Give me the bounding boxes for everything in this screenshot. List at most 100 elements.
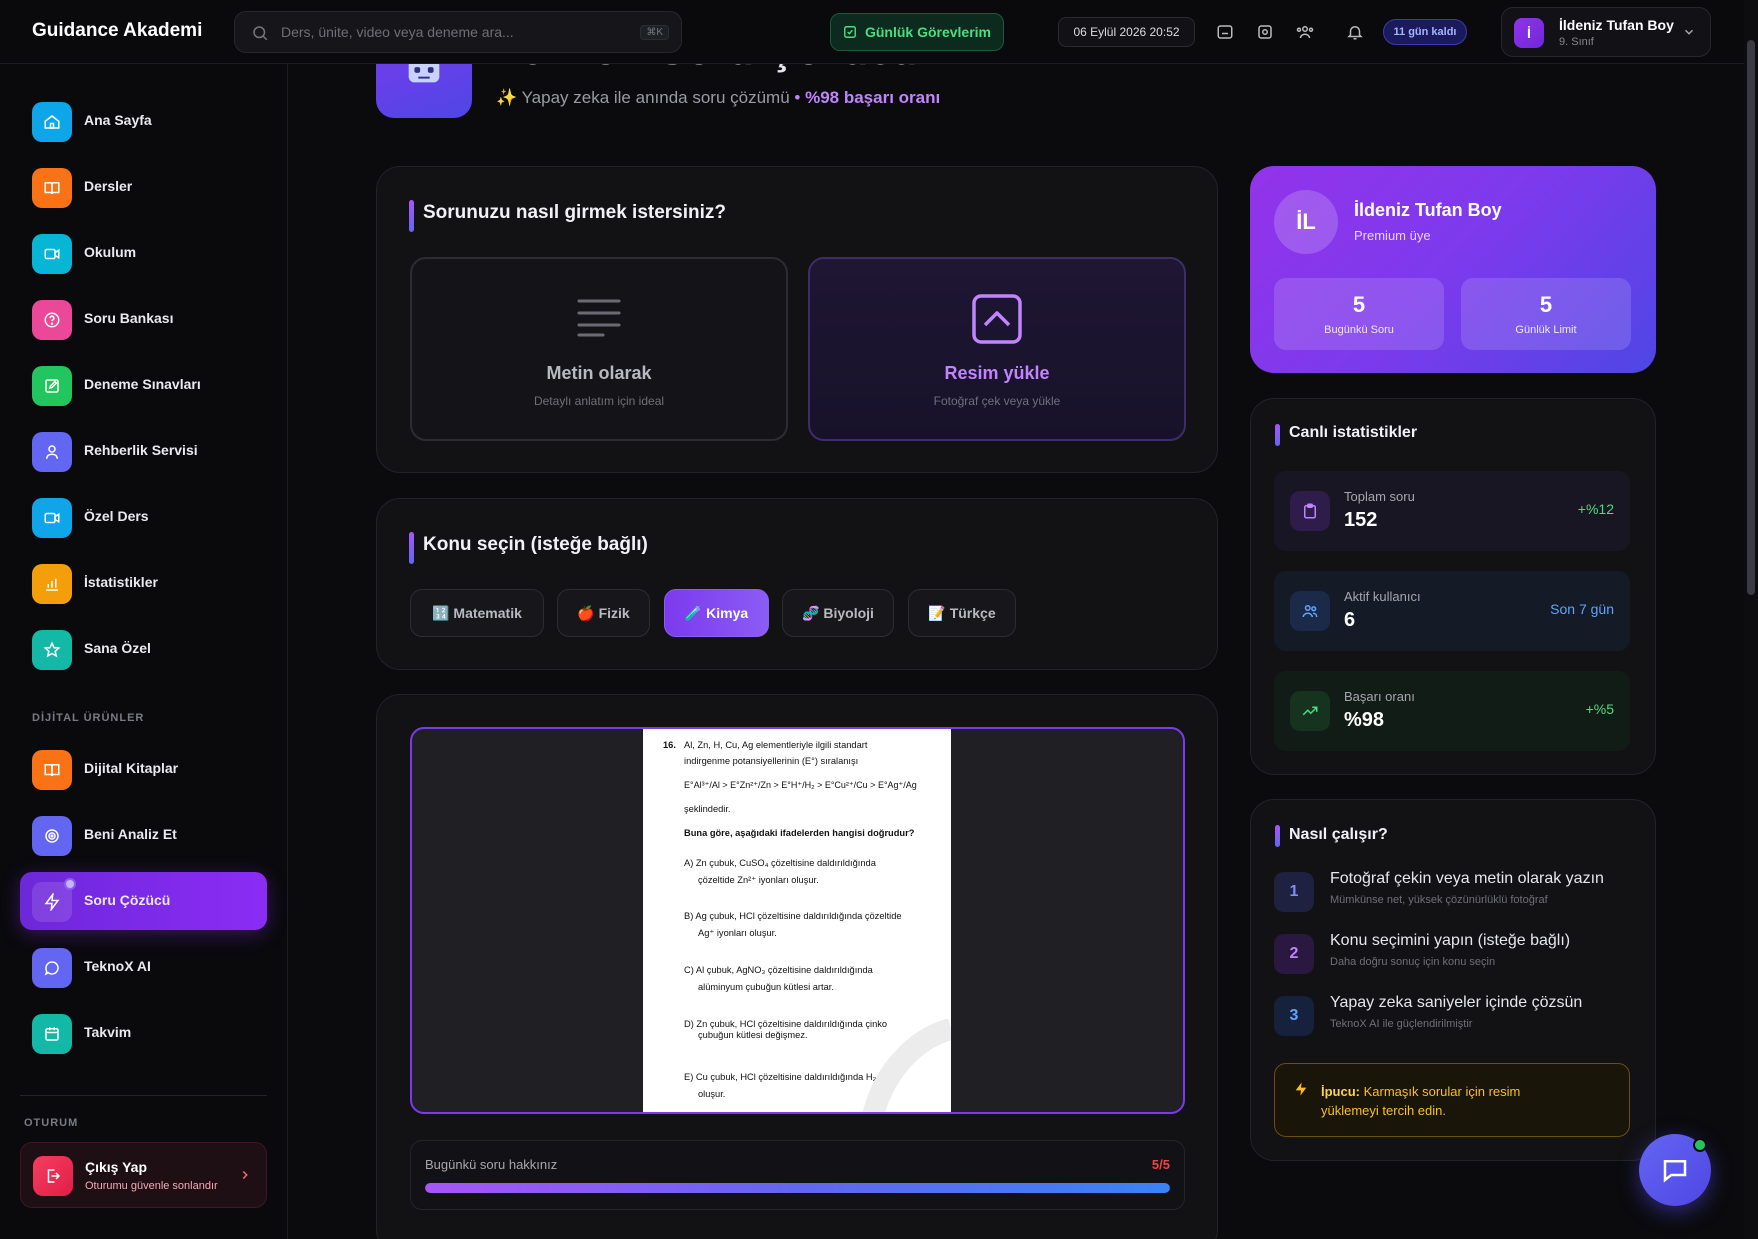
target-icon: [32, 816, 72, 856]
stat-active-users: Aktif kullanıcı 6 Son 7 gün: [1274, 571, 1630, 651]
input-mode-heading: Sorunuzu nasıl girmek istersiniz?: [423, 202, 727, 223]
quota-value: 5/5: [1151, 1157, 1170, 1172]
sidebar-item-label: Takvim: [84, 1024, 132, 1040]
step-2: 2 Konu seçimini yapın (isteğe bağlı) Dah…: [1274, 932, 1634, 982]
trending-up-icon: [1290, 691, 1330, 731]
sidebar-item-label: Deneme Sınavları: [84, 376, 201, 392]
profile-card: İL İldeniz Tufan Boy Premium üye 5 Bugün…: [1250, 166, 1656, 373]
tip-box: İpucu: Karmaşık sorular için resim yükle…: [1274, 1063, 1630, 1137]
upload-image-icon: [972, 294, 1022, 344]
quota-progress-track: [425, 1183, 1170, 1193]
sidebar-item-calendar[interactable]: Takvim: [20, 1004, 267, 1062]
stat-value: 5: [1352, 292, 1366, 317]
subject-chip-chemistry[interactable]: 🧪 Kimya: [664, 589, 769, 637]
sidebar-item-courses[interactable]: Dersler: [20, 158, 267, 216]
book-icon: [32, 750, 72, 790]
chat-icon: [1663, 1160, 1687, 1183]
sidebar-item-analyze[interactable]: Beni Analiz Et: [20, 806, 267, 864]
chevron-down-icon: [1685, 29, 1693, 35]
sidebar-divider: [20, 1095, 267, 1096]
sidebar-item-label: Soru Çözücü: [84, 892, 171, 908]
stat-value: 5: [1539, 292, 1553, 317]
chevron-right-icon: [242, 1171, 248, 1179]
sidebar-item-label: Soru Bankası: [84, 310, 174, 326]
question-line: Al, Zn, H, Cu, Ag elementleriyle ilgili …: [684, 740, 868, 750]
star-icon: [32, 630, 72, 670]
sidebar-item-exams[interactable]: Deneme Sınavları: [20, 356, 267, 414]
avatar: İ: [1514, 18, 1544, 48]
subject-chip-turkish[interactable]: 📝 Türkçe: [908, 589, 1016, 637]
profile-role: Premium üye: [1354, 228, 1431, 243]
stat-delta: Son 7 gün: [1550, 601, 1614, 617]
sidebar-item-home[interactable]: Ana Sayfa: [20, 92, 267, 150]
text-mode-option[interactable]: Metin olarak Detaylı anlatım için ideal: [410, 257, 788, 441]
sidebar-item-statistics[interactable]: İstatistikler: [20, 554, 267, 612]
calendar-icon: [32, 1014, 72, 1054]
choice-e-cont: oluşur.: [698, 1089, 726, 1099]
question-number: 16.: [663, 740, 676, 750]
logout-subtitle: Oturumu güvenle sonlandır: [85, 1180, 218, 1192]
sidebar-item-guidance[interactable]: Rehberlik Servisi: [20, 422, 267, 480]
check-square-icon: [844, 26, 856, 38]
uploaded-image-preview[interactable]: 16. Al, Zn, H, Cu, Ag elementleriyle ilg…: [410, 727, 1185, 1114]
daily-limit-stat: 5 Günlük Limit: [1461, 278, 1631, 350]
stat-label: Başarı oranı: [1344, 689, 1415, 704]
question-line: indirgenme potansiyellerinin (E°) sırala…: [684, 756, 859, 766]
choice-c: C) Al çubuk, AgNO₃ çözeltisine daldırıld…: [684, 965, 873, 975]
daily-tasks-label: Günlük Görevlerim: [864, 24, 992, 40]
days-left-badge: 11 gün kaldı: [1383, 19, 1467, 45]
sidebar-item-for-you[interactable]: Sana Özel: [20, 620, 267, 678]
step-title: Konu seçimini yapın (isteğe bağlı): [1330, 932, 1571, 949]
bell-icon[interactable]: [1344, 21, 1366, 43]
screen-icon[interactable]: [1214, 21, 1236, 43]
sidebar-item-digital-books[interactable]: Dijital Kitaplar: [20, 740, 267, 798]
subject-chip-math[interactable]: 🔢 Matematik: [410, 589, 544, 637]
stat-delta: +%12: [1577, 501, 1614, 517]
stat-label: Günlük Limit: [1515, 324, 1577, 336]
chat-icon: [32, 948, 72, 988]
chat-button[interactable]: [1639, 1134, 1711, 1206]
sidebar-item-solver[interactable]: Soru Çözücü: [20, 872, 267, 930]
step-3: 3 Yapay zeka saniyeler içinde çözsün Tek…: [1274, 994, 1634, 1044]
subject-chip-physics[interactable]: 🍎 Fizik: [557, 589, 650, 637]
tip-label: İpucu:: [1321, 1084, 1360, 1099]
question-formula: E°Al³⁺/Al > E°Zn²⁺/Zn > E°H⁺/H₂ > E°Cu²⁺…: [684, 780, 917, 790]
bolt-icon: [1295, 1082, 1307, 1096]
search-box[interactable]: Ders, ünite, video veya deneme ara... ⌘K: [234, 11, 682, 53]
datetime: 06 Eylül 2026 20:52: [1058, 17, 1195, 47]
sidebar-item-private-lesson[interactable]: Özel Ders: [20, 488, 267, 546]
home-icon: [32, 102, 72, 142]
users-icon[interactable]: [1294, 21, 1316, 43]
sidebar-item-label: Beni Analiz Et: [84, 826, 177, 842]
subject-chip-biology[interactable]: 🧬 Biyoloji: [782, 589, 894, 637]
image-upload-option[interactable]: Resim yükle Fotoğraf çek veya yükle: [808, 257, 1186, 441]
sidebar-item-teknox-ai[interactable]: TeknoX AI: [20, 938, 267, 996]
scrollbar-thumb[interactable]: [1747, 40, 1755, 595]
profile-name: İldeniz Tufan Boy: [1354, 200, 1502, 220]
sidebar-item-label: Okulum: [84, 244, 137, 260]
stat-value: 152: [1344, 509, 1378, 531]
brand-logo[interactable]: Guidance Akademi: [32, 20, 202, 42]
stat-label: Aktif kullanıcı: [1344, 589, 1421, 604]
live-stats-heading: Canlı istatistikler: [1289, 424, 1418, 441]
choice-a-cont: çözeltide Zn²⁺ iyonları oluşur.: [698, 875, 819, 885]
user-menu[interactable]: İ İldeniz Tufan Boy 9. Sınıf: [1501, 7, 1711, 57]
user-icon: [32, 432, 72, 472]
sidebar-item-question-bank[interactable]: Soru Bankası: [20, 290, 267, 348]
step-number: 1: [1274, 872, 1314, 912]
image-upload-subtitle: Fotoğraf çek veya yükle: [933, 394, 1061, 408]
accent-bar: [409, 200, 414, 232]
daily-tasks-button[interactable]: Günlük Görevlerim: [830, 13, 1004, 51]
sidebar-item-label: Ana Sayfa: [84, 112, 152, 128]
sidebar-item-label: Özel Ders: [84, 508, 149, 524]
section-title-digital: DİJİTAL ÜRÜNLER: [32, 712, 145, 724]
sidebar-item-label: Sana Özel: [84, 640, 151, 656]
logout-button[interactable]: Çıkış Yap Oturumu güvenle sonlandır: [20, 1142, 267, 1208]
sidebar-item-school[interactable]: Okulum: [20, 224, 267, 282]
search-placeholder[interactable]: Ders, ünite, video veya deneme ara...: [281, 24, 514, 40]
logout-title: Çıkış Yap: [85, 1159, 148, 1175]
sidebar-item-label: İstatistikler: [84, 574, 158, 590]
accent-bar: [1275, 825, 1280, 847]
settings-icon[interactable]: [1254, 21, 1276, 43]
step-number: 3: [1274, 996, 1314, 1036]
